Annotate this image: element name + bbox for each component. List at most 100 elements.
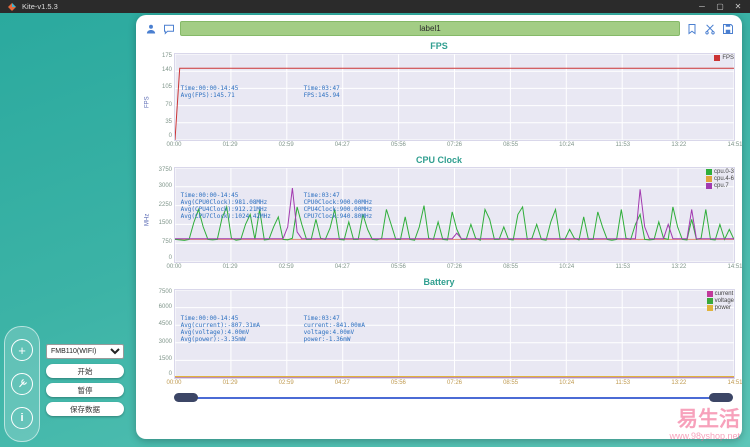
x-tick-label: 14:51 — [727, 142, 743, 148]
legend-swatch — [705, 169, 712, 175]
y-tick-label: 2250 — [158, 201, 172, 208]
x-tick-label: 14:51 — [727, 380, 743, 386]
x-tick-label: 00:00 — [166, 380, 182, 386]
chart-info-box: Time:00:00-14:45 Avg(FPS):145.71 — [180, 84, 239, 99]
x-tick-label: 05:56 — [390, 264, 406, 270]
fps-chart: FPS FPS 175 140 105 70 35 0 Time:00:00-14:45 … — [143, 40, 743, 151]
legend-item: FPS — [714, 55, 734, 61]
device-controls: FMB110(WIFI) 开始 暂停 保存数据 — [46, 344, 124, 416]
main-panel: label1 FPS FPS 175 140 105 70 35 0 Time:00:00… — [136, 15, 743, 439]
x-tick-label: 04:27 — [334, 264, 350, 270]
info-icon: i — [20, 412, 24, 424]
scroll-handle-right[interactable] — [709, 393, 733, 402]
x-tick-label: 04:27 — [334, 380, 350, 386]
plot-area[interactable]: Time:00:00-14:45 Avg(FPS):145.71 Time:03:… — [174, 53, 735, 141]
x-tick-label: 02:59 — [278, 380, 294, 386]
bookmark-icon[interactable] — [685, 22, 698, 35]
legend-label: cpu.0-3 — [713, 169, 734, 175]
maximize-button[interactable]: ▢ — [713, 0, 727, 13]
x-tick-label: 08:55 — [503, 264, 519, 270]
chart-title: FPS — [430, 41, 448, 51]
legend-item: cpu.4-6 — [705, 176, 734, 182]
x-tick-label: 05:56 — [390, 142, 406, 148]
x-tick-label: 10:24 — [559, 264, 575, 270]
plot-area[interactable]: Time:00:00-14:45 Avg(current):-807.31mA … — [174, 289, 735, 379]
x-tick-label: 14:51 — [727, 264, 743, 270]
save-data-button[interactable]: 保存数据 — [46, 402, 124, 416]
side-toolbar: + i — [4, 326, 40, 442]
legend-swatch — [705, 183, 712, 189]
time-scrollbar[interactable] — [174, 393, 733, 403]
tools-button[interactable] — [11, 373, 33, 395]
x-tick-label: 01:29 — [222, 264, 238, 270]
x-tick-label: 02:59 — [278, 142, 294, 148]
scissors-icon[interactable] — [703, 22, 716, 35]
y-tick-label: 4500 — [158, 321, 172, 328]
legend-item: current — [706, 291, 734, 297]
legend-item: cpu.0-3 — [705, 169, 734, 175]
legend-swatch — [705, 176, 712, 182]
minimize-button[interactable]: ─ — [695, 0, 709, 13]
legend-item: cpu.7 — [705, 183, 734, 189]
info-button[interactable]: i — [11, 407, 33, 429]
chart-title: CPU Clock — [415, 155, 462, 165]
scroll-handle-left[interactable] — [174, 393, 198, 402]
add-button[interactable]: + — [11, 339, 33, 361]
y-axis-ticks: 175 140 105 70 35 0 — [152, 53, 174, 151]
y-tick-label: 750 — [161, 239, 172, 246]
x-tick-label: 00:00 — [166, 142, 182, 148]
legend: current voltage power — [706, 291, 734, 311]
chart-canvas — [175, 54, 734, 140]
x-tick-label: 13:22 — [671, 264, 687, 270]
y-tick-label: 3000 — [158, 338, 172, 345]
wrench-icon — [17, 377, 28, 392]
chart-info-box: Time:00:00-14:45 Avg(current):-807.31mA … — [180, 314, 261, 343]
plus-icon: + — [18, 342, 26, 358]
legend-label: cpu.4-6 — [713, 176, 734, 182]
x-tick-label: 10:24 — [559, 142, 575, 148]
cpu-clock-chart: CPU Clock MHz 3750 3000 2250 1500 750 0 Time:… — [143, 154, 743, 273]
app-icon — [5, 0, 18, 13]
y-tick-label: 140 — [161, 67, 172, 74]
y-axis-ticks: 7500 6000 4500 3000 1500 0 — [152, 289, 174, 389]
legend-swatch — [714, 55, 721, 61]
chart-info-box: Time:03:47 FPS:145.94 — [303, 84, 340, 99]
x-tick-label: 10:24 — [559, 380, 575, 386]
x-tick-label: 13:22 — [671, 142, 687, 148]
start-button[interactable]: 开始 — [46, 364, 124, 378]
title-bar: Kite-v1.5.3 ─ ▢ ✕ — [0, 0, 750, 13]
legend-swatch — [706, 291, 713, 297]
y-axis-label — [143, 289, 152, 389]
legend-label: voltage — [714, 298, 734, 304]
save-icon[interactable] — [721, 22, 734, 35]
legend-label: FPS — [722, 55, 734, 61]
x-tick-label: 07:26 — [446, 264, 463, 270]
chart-title: Battery — [423, 277, 455, 287]
x-tick-label: 08:55 — [503, 142, 519, 148]
x-tick-label: 02:59 — [278, 264, 294, 270]
y-tick-label: 7500 — [158, 289, 172, 295]
x-tick-label: 00:00 — [166, 264, 182, 270]
x-tick-label: 01:29 — [222, 142, 238, 148]
chart-info-box: Time:03:47 current:-841.00mA voltage:4.0… — [303, 314, 365, 343]
user-icon[interactable] — [144, 22, 157, 35]
battery-chart: Battery 7500 6000 4500 3000 1500 0 Time:00:00… — [143, 276, 743, 389]
y-tick-label: 1500 — [158, 356, 172, 363]
label-field[interactable]: label1 — [180, 21, 680, 36]
y-tick-label: 0 — [168, 133, 172, 139]
y-axis-label: MHz — [144, 213, 151, 227]
window-title: Kite-v1.5.3 — [22, 2, 58, 11]
chat-icon[interactable] — [162, 22, 175, 35]
x-tick-label: 11:53 — [615, 142, 631, 148]
legend: cpu.0-3 cpu.4-6 cpu.7 — [705, 169, 734, 189]
plot-area[interactable]: Time:00:00-14:45 Avg(CPU0Clock):981.08MH… — [174, 167, 735, 263]
legend-label: power — [714, 305, 731, 311]
scroll-track[interactable] — [186, 397, 721, 399]
chart-info-box: Time:03:47 CPU0Clock:900.00MHz CPU4Clock… — [303, 192, 373, 221]
device-select[interactable]: FMB110(WIFI) — [46, 344, 124, 359]
close-button[interactable]: ✕ — [731, 0, 745, 13]
pause-button[interactable]: 暂停 — [46, 383, 124, 397]
x-tick-label: 13:22 — [671, 380, 687, 386]
x-tick-label: 11:53 — [615, 264, 631, 270]
chart-info-box: Time:00:00-14:45 Avg(CPU0Clock):981.08MH… — [180, 192, 271, 221]
